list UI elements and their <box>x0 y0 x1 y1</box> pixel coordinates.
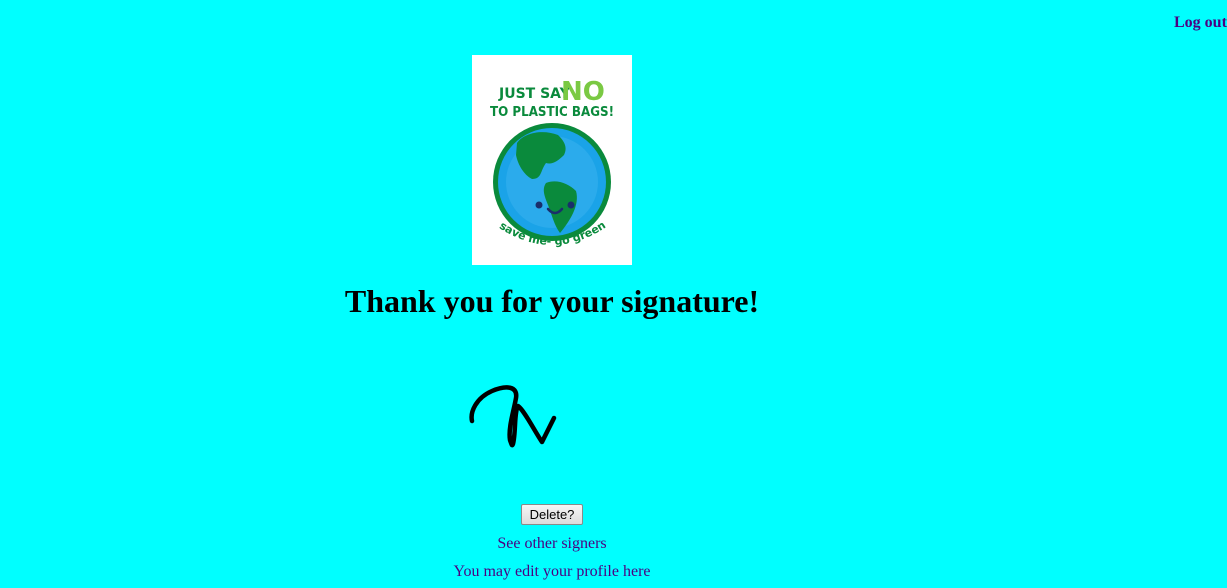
page-title: Thank you for your signature! <box>344 283 760 319</box>
poster-line1-emphasis: NO <box>561 77 605 107</box>
signature-image <box>462 376 582 452</box>
see-other-signers-link[interactable]: See other signers <box>0 535 1104 553</box>
plastic-bags-poster: JUST SAY NO TO PLASTIC BAGS! save me- go… <box>472 55 632 265</box>
poster-graphic: JUST SAY NO TO PLASTIC BAGS! save me- go… <box>490 77 614 248</box>
poster-line1: JUST SAY <box>498 86 571 102</box>
logout-link[interactable]: Log out <box>1174 14 1227 32</box>
page: Log out JUST SAY NO TO PLASTIC BAGS! sav… <box>0 0 1227 588</box>
poster-line2: TO PLASTIC BAGS! <box>490 105 614 120</box>
delete-button[interactable]: Delete? <box>521 504 583 525</box>
edit-profile-link[interactable]: You may edit your profile here <box>0 563 1104 581</box>
